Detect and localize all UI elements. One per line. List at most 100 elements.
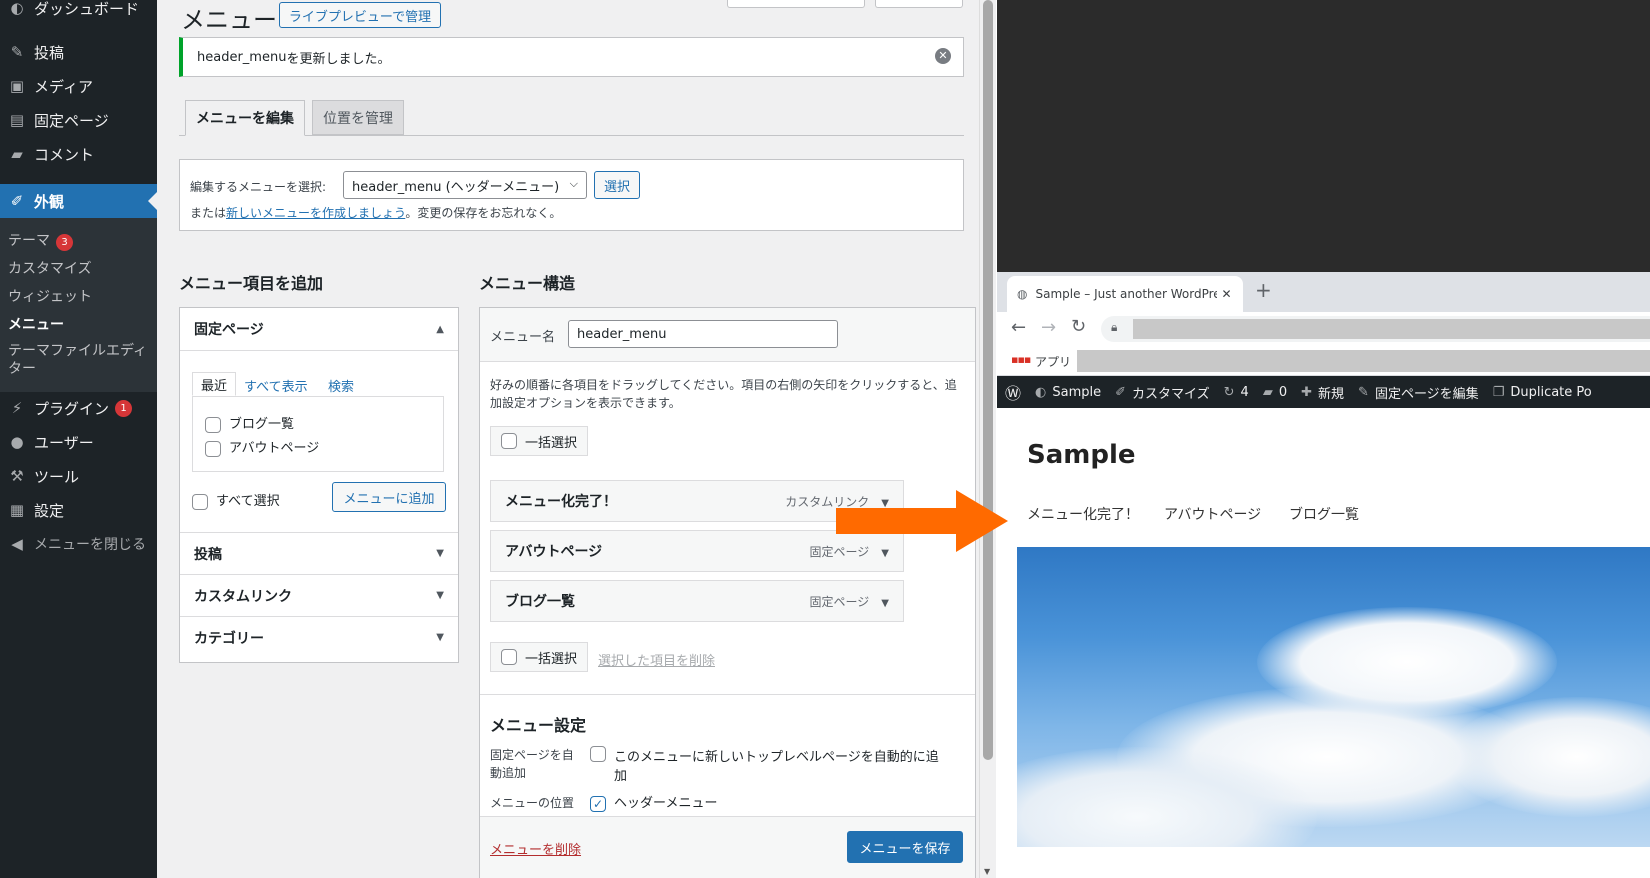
wordpress-logo-icon[interactable]: Ⓦ [1005, 380, 1021, 404]
accordion-divider [180, 350, 458, 351]
media-icon: ▣ [9, 77, 25, 95]
pages-list: ブログ一覧 アバウトページ [192, 396, 444, 472]
address-bar[interactable]: 🔒︎ [1101, 316, 1650, 342]
help-tab[interactable] [875, 0, 963, 8]
tab-search[interactable]: 検索 [328, 376, 354, 395]
delete-selected-link[interactable]: 選択した項目を削除 [598, 650, 715, 669]
sidebar-item-media[interactable]: ▣ メディア [0, 70, 157, 102]
forward-icon[interactable]: → [1041, 317, 1056, 338]
check-icon: ✓ [590, 795, 606, 812]
back-icon[interactable]: ← [1011, 317, 1026, 338]
page-checkbox-1[interactable]: ブログ一覧 [205, 413, 294, 433]
auto-add-checkbox[interactable]: このメニューに新しいトップレベルページを自動的に追加 [590, 746, 950, 784]
page-icon: ▤ [9, 111, 25, 129]
arrow-up-icon: ▲ [436, 323, 444, 335]
arrow-shape [836, 490, 1008, 552]
arrow-down-icon[interactable]: ▼ [881, 598, 889, 609]
submenu-menus[interactable]: メニュー [8, 314, 64, 334]
site-nav-item[interactable]: アバウトページ [1164, 504, 1261, 524]
submenu-themes[interactable]: テーマ 3 [8, 230, 73, 251]
site-nav-item[interactable]: メニュー化完了！ [1027, 504, 1139, 524]
adminbar-comments[interactable]: ▰ 0 [1263, 385, 1287, 400]
brush-icon: ✐ [1115, 384, 1127, 400]
adminbar-new[interactable]: ✚ 新規 [1301, 383, 1344, 402]
sidebar-item-users[interactable]: ● ユーザー [0, 426, 157, 458]
menu-structure-panel: メニュー名 header_menu 好みの順番に各項目をドラッグしてください。項… [479, 307, 976, 878]
update-notice: header_menu を更新しました。 ✕ [179, 37, 964, 77]
menu-item[interactable]: ブログ一覧 固定ページ ▼ [490, 580, 904, 622]
accordion-pages[interactable]: 固定ページ ▲ [180, 308, 458, 350]
user-icon: ● [10, 433, 24, 451]
drag-instructions: 好みの順番に各項目をドラッグしてください。項目の右側の矢印をクリックすると、追加… [490, 378, 957, 410]
menu-select-dropdown[interactable]: header_menu (ヘッダーメニュー) ⌵ [343, 171, 587, 199]
adminbar-duplicate[interactable]: ❐ Duplicate Po [1493, 385, 1592, 400]
page-checkbox-2[interactable]: アバウトページ [205, 437, 319, 457]
menu-item-type: 固定ページ ▼ [809, 594, 889, 609]
sidebar-item-settings[interactable]: ▦ 設定 [0, 494, 157, 526]
accordion-posts[interactable]: 投稿 ▼ [180, 532, 458, 574]
sidebar-item-appearance[interactable]: ✐ 外観 [0, 184, 157, 218]
adminbar-edit-page[interactable]: ✎ 固定ページを編集 [1358, 383, 1479, 402]
sidebar-item-comments[interactable]: ▰ コメント [0, 138, 157, 170]
submenu-customize[interactable]: カスタマイズ [8, 258, 92, 278]
tab-manage-locations[interactable]: 位置を管理 [312, 100, 404, 135]
arrow-down-icon: ▼ [436, 590, 444, 601]
checkbox [205, 440, 221, 457]
dismiss-icon[interactable]: ✕ [935, 48, 951, 64]
lock-icon: 🔒︎ [1111, 320, 1118, 334]
new-tab-icon[interactable]: + [1255, 278, 1272, 302]
accordion-custom-links[interactable]: カスタムリンク ▼ [180, 574, 458, 616]
select-all-checkbox[interactable]: すべて選択 [192, 490, 280, 510]
dashboard-icon: ◐ [10, 0, 24, 17]
apps-icon[interactable]: ▪▪▪ [1011, 353, 1031, 366]
location-header-checkbox[interactable]: ✓ ヘッダーメニュー [590, 792, 717, 812]
bookmarks-bar: ▪▪▪ アプリ [997, 346, 1650, 376]
bulk-select-top[interactable]: 一括選択 [490, 426, 588, 456]
accordion-categories[interactable]: カテゴリー ▼ [180, 616, 458, 658]
wrench-icon: ⚒ [10, 467, 24, 485]
menu-name-input[interactable]: header_menu [568, 320, 838, 348]
sidebar-item-posts[interactable]: ✎ 投稿 [0, 36, 157, 68]
site-nav-item[interactable]: ブログ一覧 [1289, 504, 1359, 524]
select-menu-button[interactable]: 選択 [594, 171, 640, 199]
close-tab-icon[interactable]: ✕ [1221, 287, 1231, 301]
adminbar-updates[interactable]: ↻ 4 [1224, 385, 1249, 400]
chevron-down-icon: ⌵ [569, 177, 578, 190]
sidebar-item-dashboard[interactable]: ◐ ダッシュボード [0, 0, 157, 24]
create-menu-link[interactable]: 新しいメニューを作成しましょう [226, 206, 405, 220]
submenu-widgets[interactable]: ウィジェット [8, 286, 92, 306]
live-preview-button[interactable]: ライブプレビューで管理 [279, 2, 441, 28]
collapse-menu[interactable]: ◀ メニューを閉じる [0, 528, 157, 560]
screen-options-tab[interactable] [727, 0, 865, 8]
create-menu-line: または新しいメニューを作成しましょう。変更の保存をお忘れなく。 [190, 206, 562, 220]
add-to-menu-button[interactable]: メニューに追加 [332, 482, 446, 512]
main-content: メニュー ライブプレビューで管理 header_menu を更新しました。 ✕ … [157, 0, 979, 878]
structure-heading: メニュー構造 [479, 274, 576, 293]
scrollbar-thumb[interactable] [983, 0, 993, 760]
settings-icon: ▦ [9, 501, 25, 519]
sidebar-item-pages[interactable]: ▤ 固定ページ [0, 104, 157, 136]
tab-view-all[interactable]: すべて表示 [244, 376, 308, 395]
sidebar-item-tools[interactable]: ⚒ ツール [0, 460, 157, 492]
adminbar-site[interactable]: ◐ Sample [1035, 385, 1101, 400]
sidebar-item-plugins[interactable]: ⚡ プラグイン 1 [0, 392, 157, 424]
arrow-down-icon: ▼ [436, 548, 444, 559]
checkbox [192, 493, 208, 510]
submenu-theme-editor[interactable]: テーマファイルエディ ター [8, 342, 147, 378]
comment-icon: ▰ [11, 145, 23, 163]
bulk-select-bottom[interactable]: 一括選択 [490, 642, 588, 672]
adminbar-customize[interactable]: ✐ カスタマイズ [1115, 383, 1210, 402]
browser-tab[interactable]: ◍ Sample – Just another WordPres ✕ [1007, 276, 1243, 312]
checkbox [590, 746, 606, 762]
tab-edit-menus[interactable]: メニューを編集 [185, 100, 305, 136]
delete-menu-link[interactable]: メニューを削除 [490, 839, 581, 858]
dashboard-icon: ◐ [1035, 384, 1047, 400]
site-title[interactable]: Sample [1027, 440, 1136, 470]
scroll-down-icon[interactable]: ▼ [984, 867, 990, 876]
scrollbar[interactable]: ▼ [979, 0, 996, 878]
tab-recent[interactable]: 最近 [192, 372, 236, 396]
save-menu-button[interactable]: メニューを保存 [847, 831, 963, 863]
reload-icon[interactable]: ↻ [1071, 316, 1086, 337]
apps-bookmark[interactable]: アプリ [1035, 353, 1071, 370]
duplicate-icon: ❐ [1492, 384, 1505, 400]
